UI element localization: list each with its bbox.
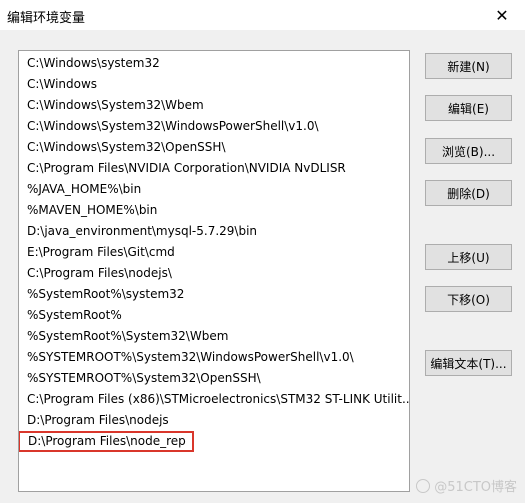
list-item-highlighted[interactable]: D:\Program Files\node_rep — [19, 431, 194, 452]
move-down-button[interactable]: 下移(O) — [425, 286, 512, 312]
list-item[interactable]: C:\Windows\System32\Wbem — [27, 96, 204, 115]
watermark: @51CTO博客 — [416, 476, 517, 495]
list-item[interactable]: %SystemRoot%\System32\Wbem — [27, 327, 228, 346]
window-title: 编辑环境变量 — [7, 11, 86, 26]
list-item[interactable]: C:\Windows\system32 — [27, 54, 160, 73]
list-item[interactable]: C:\Program Files\nodejs\ — [27, 264, 172, 283]
move-up-button[interactable]: 上移(U) — [425, 244, 512, 270]
edit-button[interactable]: 编辑(E) — [425, 95, 512, 121]
title-bar: 编辑环境变量 ✕ — [0, 0, 525, 30]
list-item[interactable]: %SYSTEMROOT%\System32\WindowsPowerShell\… — [27, 348, 354, 367]
list-item[interactable]: C:\Program Files\NVIDIA Corporation\NVID… — [27, 159, 346, 178]
list-item[interactable]: D:\Program Files\nodejs — [27, 411, 169, 430]
list-item[interactable]: C:\Windows — [27, 75, 97, 94]
list-item[interactable]: %SystemRoot% — [27, 306, 122, 325]
list-item[interactable]: %SystemRoot%\system32 — [27, 285, 184, 304]
browse-button[interactable]: 浏览(B)... — [425, 138, 512, 164]
edit-text-button[interactable]: 编辑文本(T)... — [425, 350, 512, 376]
list-item[interactable]: D:\java_environment\mysql-5.7.29\bin — [27, 222, 257, 241]
close-icon[interactable]: ✕ — [479, 0, 525, 30]
list-item[interactable]: C:\Program Files (x86)\STMicroelectronic… — [27, 390, 409, 409]
delete-button[interactable]: 删除(D) — [425, 180, 512, 206]
list-item[interactable]: C:\Windows\System32\OpenSSH\ — [27, 138, 226, 157]
watermark-logo-icon — [416, 478, 431, 493]
list-item[interactable]: %SYSTEMROOT%\System32\OpenSSH\ — [27, 369, 261, 388]
list-item[interactable]: C:\Windows\System32\WindowsPowerShell\v1… — [27, 117, 319, 136]
path-list[interactable]: C:\Windows\system32 C:\Windows C:\Window… — [18, 50, 410, 492]
list-item[interactable]: E:\Program Files\Git\cmd — [27, 243, 175, 262]
list-item[interactable]: %JAVA_HOME%\bin — [27, 180, 141, 199]
new-button[interactable]: 新建(N) — [425, 53, 512, 79]
list-item[interactable]: %MAVEN_HOME%\bin — [27, 201, 157, 220]
watermark-text: @51CTO博客 — [434, 480, 517, 495]
